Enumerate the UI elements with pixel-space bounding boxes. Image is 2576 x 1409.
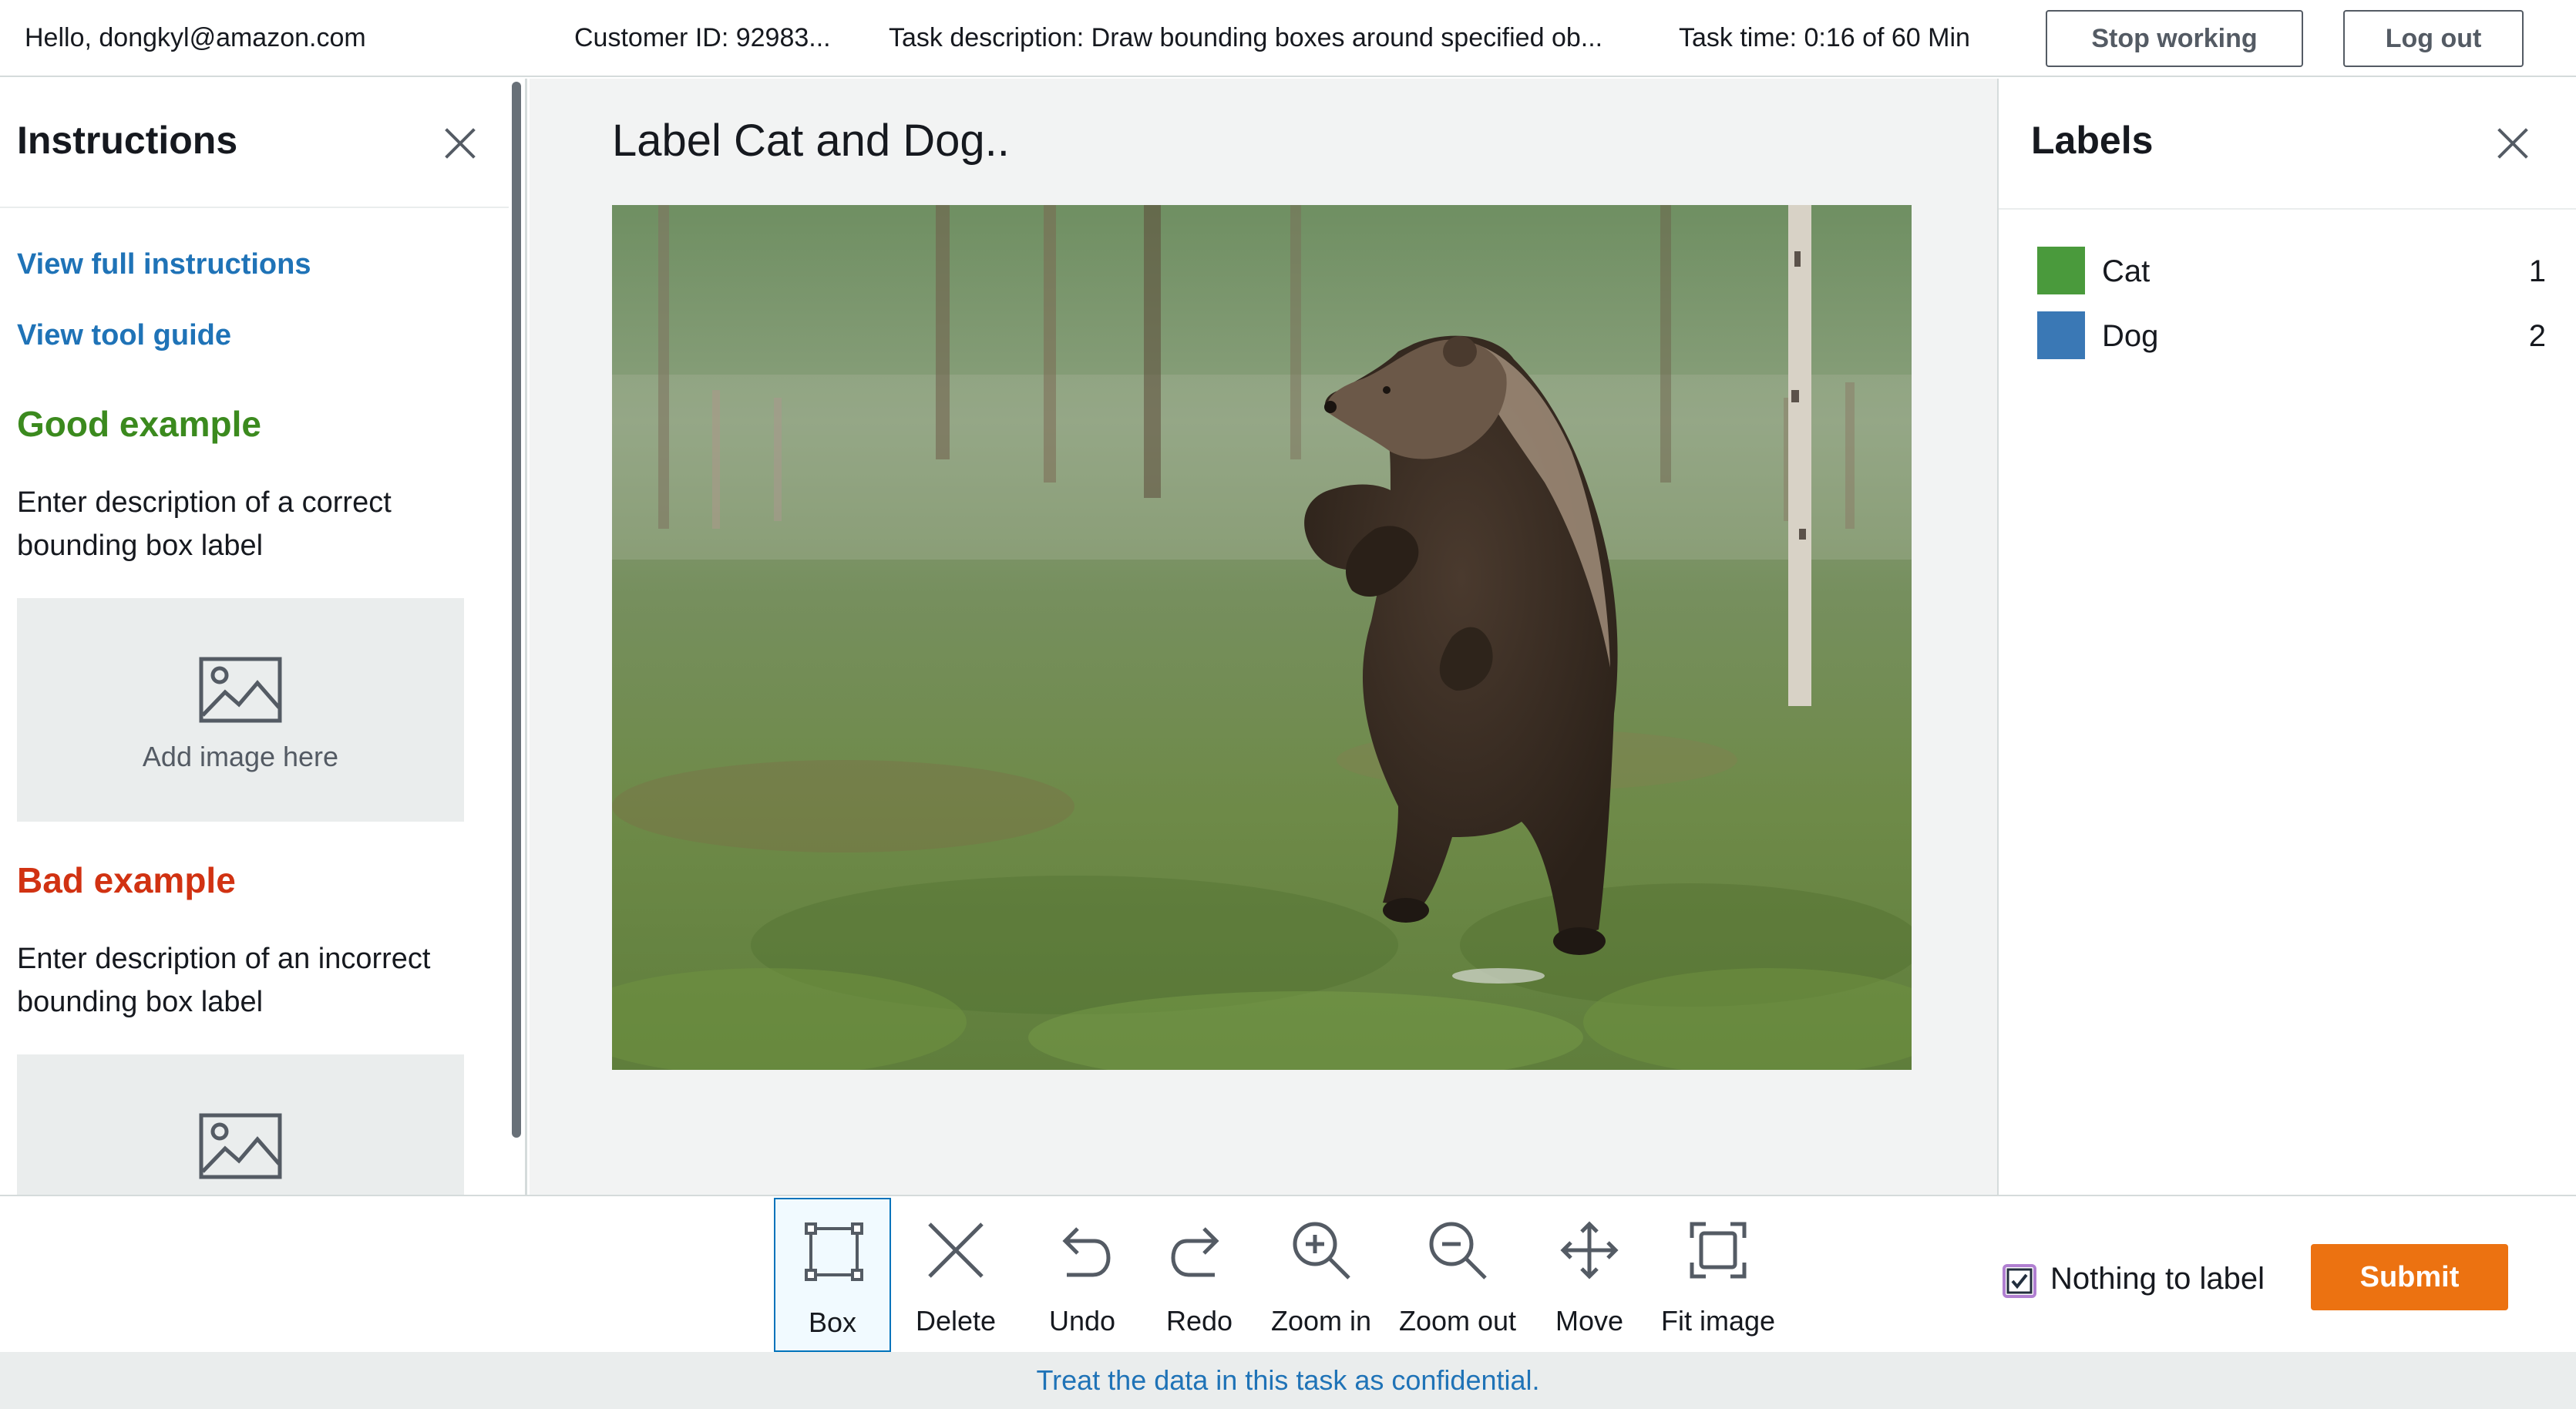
fit-image-tool-button[interactable]: Fit image: [1651, 1198, 1785, 1352]
labels-header: Labels: [1999, 79, 2576, 210]
close-labels-icon[interactable]: [2496, 126, 2530, 160]
checkmark-icon: [2006, 1268, 2033, 1294]
bad-example-image-placeholder[interactable]: [17, 1054, 464, 1195]
tool-label: Zoom out: [1398, 1305, 1517, 1337]
redo-tool-button[interactable]: Redo: [1145, 1198, 1253, 1352]
box-tool-button[interactable]: Box: [774, 1198, 891, 1352]
zoom-out-icon: [1429, 1222, 1487, 1280]
tool-label: Box: [808, 1306, 857, 1338]
tool-label: Move: [1555, 1305, 1624, 1337]
label-count: 2: [2528, 319, 2546, 353]
nothing-to-label-text[interactable]: Nothing to label: [2050, 1259, 2265, 1298]
move-tool-button[interactable]: Move: [1535, 1198, 1643, 1352]
box-icon: [805, 1222, 863, 1281]
label-name: Cat: [2102, 254, 2151, 288]
good-example-image-placeholder[interactable]: Add image here: [17, 598, 464, 822]
customer-id: Customer ID: 92983...: [574, 23, 831, 52]
tool-label: Redo: [1165, 1305, 1233, 1337]
submit-button[interactable]: Submit: [2311, 1244, 2508, 1310]
image-placeholder-icon: [199, 1113, 282, 1179]
add-image-text: Add image here: [142, 741, 339, 772]
task-image[interactable]: [612, 205, 1912, 1070]
log-out-button[interactable]: Log out: [2343, 10, 2524, 67]
label-item-dog[interactable]: Dog 2: [2037, 311, 2546, 361]
labels-panel: Labels Cat 1 Dog 2: [1997, 79, 2576, 1195]
label-item-cat[interactable]: Cat 1: [2037, 247, 2546, 296]
image-placeholder-icon: [199, 657, 282, 723]
x-icon: [928, 1222, 984, 1278]
view-tool-guide-link[interactable]: View tool guide: [17, 318, 231, 353]
zoom-in-tool-button[interactable]: Zoom in: [1261, 1198, 1381, 1352]
bear-photo: [612, 205, 1912, 1070]
tool-label: Undo: [1048, 1305, 1116, 1337]
zoom-out-tool-button[interactable]: Zoom out: [1387, 1198, 1528, 1352]
label-count: 1: [2528, 254, 2546, 288]
view-full-instructions-link[interactable]: View full instructions: [17, 247, 311, 282]
delete-tool-button[interactable]: Delete: [902, 1198, 1010, 1352]
undo-tool-button[interactable]: Undo: [1028, 1198, 1136, 1352]
task-description: Task description: Draw bounding boxes ar…: [889, 23, 1603, 52]
label-color-swatch: [2037, 247, 2085, 294]
bad-example-heading: Bad example: [17, 860, 236, 900]
close-instructions-icon[interactable]: [443, 126, 477, 160]
nothing-to-label-checkbox[interactable]: [2003, 1264, 2036, 1298]
task-title: Label Cat and Dog..: [612, 116, 1010, 166]
tool-label: Zoom in: [1270, 1305, 1372, 1337]
user-greeting: Hello, dongkyl@amazon.com: [25, 23, 366, 52]
redo-icon: [1171, 1227, 1219, 1277]
fit-image-icon: [1690, 1222, 1747, 1279]
labels-title: Labels: [2031, 119, 2154, 162]
task-time: Task time: 0:16 of 60 Min: [1679, 23, 1970, 52]
instructions-panel: Instructions View full instructions View…: [0, 79, 527, 1195]
label-color-swatch: [2037, 311, 2085, 359]
confidential-notice: Treat the data in this task as confident…: [1036, 1364, 1540, 1396]
instructions-title: Instructions: [17, 119, 238, 162]
instructions-header: Instructions: [0, 79, 509, 208]
label-name: Dog: [2102, 319, 2159, 353]
undo-icon: [1062, 1227, 1111, 1277]
bad-example-description: Enter description of an incorrect boundi…: [17, 943, 431, 1018]
footer: Treat the data in this task as confident…: [0, 1352, 2576, 1409]
zoom-in-icon: [1293, 1222, 1350, 1280]
labeling-canvas: Label Cat and Dog..: [530, 79, 1997, 1195]
good-example-description: Enter description of a correct bounding …: [17, 486, 392, 562]
tool-label: Delete: [915, 1305, 997, 1337]
instructions-scrollbar[interactable]: [512, 82, 521, 1138]
stop-working-button[interactable]: Stop working: [2046, 10, 2303, 67]
tool-label: Fit image: [1660, 1305, 1776, 1337]
top-bar: Hello, dongkyl@amazon.com Customer ID: 9…: [0, 0, 2576, 77]
move-icon: [1560, 1221, 1619, 1280]
good-example-heading: Good example: [17, 404, 261, 444]
